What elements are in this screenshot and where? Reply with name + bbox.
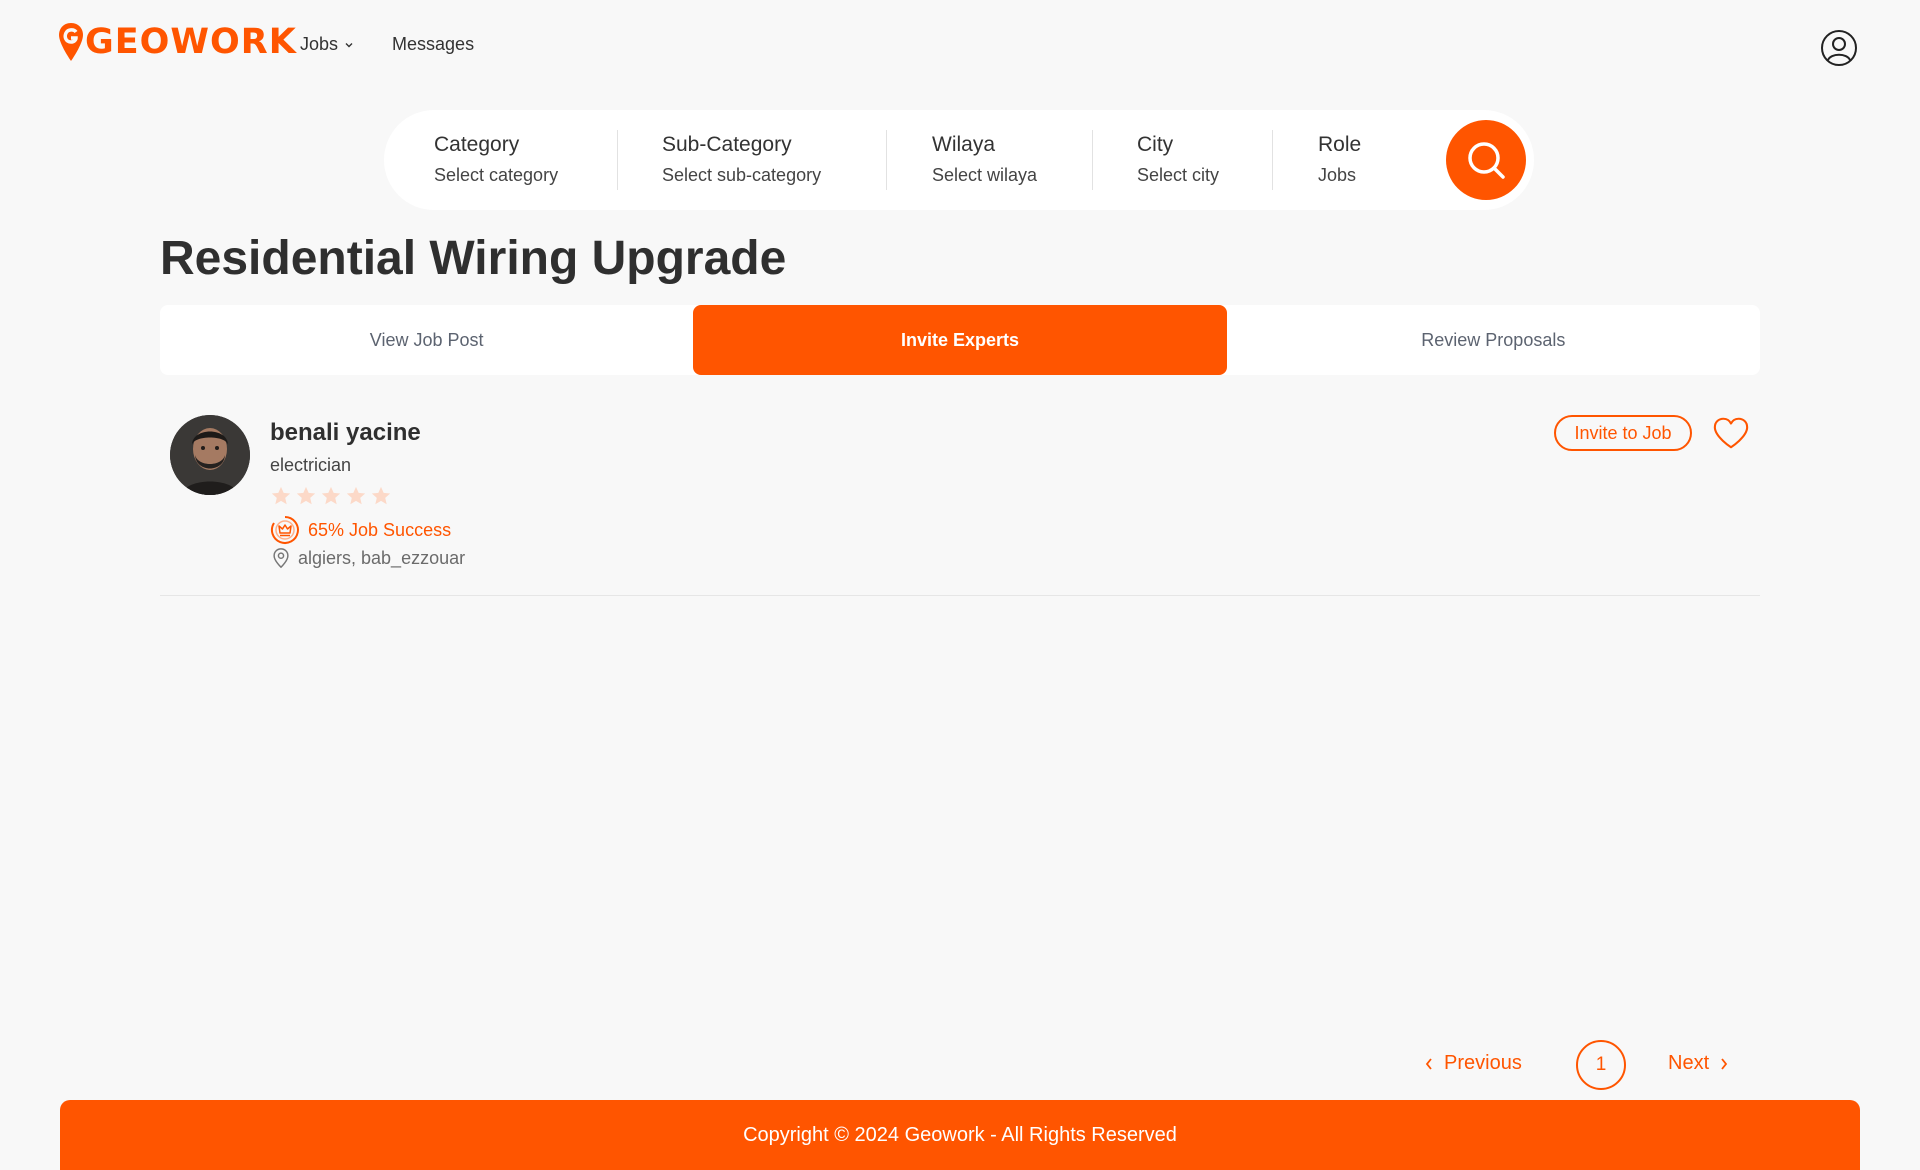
page-title: Residential Wiring Upgrade [160, 232, 787, 285]
rating-stars [270, 485, 392, 507]
chevron-left-icon [1425, 1057, 1432, 1070]
filter-city-value: Select city [1137, 165, 1220, 185]
job-success-text: 65% Job Success [308, 519, 452, 540]
chevron-right-icon [1721, 1057, 1728, 1070]
nav-jobs-dropdown[interactable]: Jobs [300, 34, 354, 55]
star-icon [321, 486, 341, 505]
expert-role: electrician [270, 455, 352, 475]
star-icon [296, 486, 316, 505]
next-label: Next [1668, 1052, 1710, 1074]
filter-role-value: Jobs [1318, 165, 1357, 185]
filter-city-label: City [1137, 133, 1174, 156]
avatar[interactable] [170, 415, 250, 495]
filter-category-label: Category [434, 133, 520, 156]
search-button[interactable] [1446, 120, 1526, 200]
search-filter-bar: Category Select category Sub-Category Se… [384, 110, 1534, 210]
filter-wilaya[interactable]: Wilaya Select wilaya [932, 130, 1037, 190]
filter-sub-category[interactable]: Sub-Category Select sub-category [662, 130, 821, 190]
filter-sub-category-label: Sub-Category [662, 133, 792, 156]
nav-jobs-label: Jobs [300, 34, 339, 54]
footer: Copyright © 2024 Geowork - All Rights Re… [60, 1100, 1860, 1170]
filter-city[interactable]: City Select city [1137, 130, 1219, 190]
filter-wilaya-value: Select wilaya [932, 165, 1038, 185]
star-icon [346, 486, 366, 505]
star-icon [371, 486, 391, 505]
next-page-button[interactable]: Next [1668, 1052, 1729, 1075]
invite-to-job-button[interactable]: Invite to Job [1554, 415, 1692, 451]
map-pin-icon [273, 548, 289, 569]
user-account-button[interactable] [1820, 29, 1858, 67]
search-icon [1468, 142, 1505, 179]
logo-pin-icon [59, 23, 83, 61]
filter-divider [1272, 130, 1273, 190]
expert-card: benali yacine electrician 65% Job Succes… [160, 395, 1760, 596]
nav-messages-label: Messages [392, 34, 475, 54]
filter-wilaya-label: Wilaya [932, 133, 996, 156]
filter-category[interactable]: Category Select category [434, 130, 558, 190]
location-text: algiers, bab_ezzouar [298, 547, 466, 568]
job-tabs: View Job Post Invite Experts Review Prop… [160, 305, 1760, 375]
filter-divider [617, 130, 618, 190]
tab-review-proposals[interactable]: Review Proposals [1227, 305, 1760, 375]
user-circle-icon [1821, 30, 1857, 66]
previous-page-button[interactable]: Previous [1424, 1052, 1522, 1075]
filter-sub-category-value: Select sub-category [662, 165, 822, 185]
tab-view-job-post[interactable]: View Job Post [160, 305, 693, 375]
footer-copyright: Copyright © 2024 Geowork - All Rights Re… [743, 1123, 1177, 1146]
filter-divider [1092, 130, 1093, 190]
geowork-logo[interactable]: GEOWORK [58, 22, 297, 62]
pagination: Previous 1 Next [1424, 1040, 1744, 1090]
chevron-down-icon [345, 42, 353, 47]
job-success: 65% Job Success [270, 515, 451, 545]
crown-badge-icon [271, 516, 299, 544]
star-icon [271, 486, 291, 505]
filter-category-value: Select category [434, 165, 559, 185]
heart-icon [1713, 417, 1749, 449]
filter-divider [886, 130, 887, 190]
main-nav: Jobs Messages [300, 34, 474, 55]
previous-label: Previous [1444, 1052, 1522, 1074]
filter-role[interactable]: Role Jobs [1318, 130, 1361, 190]
favorite-button[interactable] [1712, 415, 1750, 451]
expert-location: algiers, bab_ezzouar [270, 547, 465, 569]
expert-name[interactable]: benali yacine [270, 419, 421, 447]
profile-photo [170, 415, 250, 495]
page-number-button[interactable]: 1 [1576, 1040, 1626, 1090]
nav-messages[interactable]: Messages [392, 34, 474, 55]
top-navigation: GEOWORK Jobs Messages [0, 0, 1920, 96]
tab-invite-experts[interactable]: Invite Experts [693, 305, 1227, 375]
logo-text: GEOWORK [85, 22, 297, 62]
filter-role-label: Role [1318, 133, 1362, 156]
